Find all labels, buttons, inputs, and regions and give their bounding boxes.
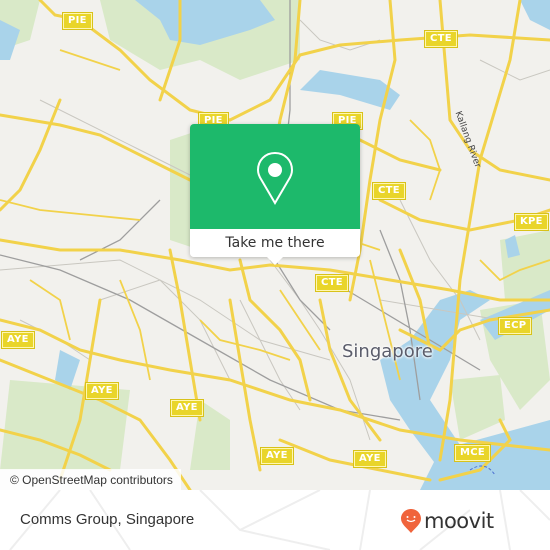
moovit-logo[interactable]: moovit [400,508,494,534]
road-shield-aye: AYE [85,382,119,400]
road-shield-aye: AYE [260,447,294,465]
brand-name: moovit [424,509,494,533]
city-label: Singapore [342,341,433,362]
popup-header [190,124,360,229]
map-view[interactable]: PIE PIE PIE CTE CTE CTE KPE ECP AYE AYE … [0,0,550,490]
moovit-pin-smiley-icon [401,509,421,533]
road-shield-aye: AYE [353,450,387,468]
place-name: Comms Group, Singapore [20,511,195,528]
popup-pointer [266,256,284,265]
road-shield-aye: AYE [170,399,204,417]
map-widget: PIE PIE PIE CTE CTE CTE KPE ECP AYE AYE … [0,0,550,550]
map-pin-icon [256,151,294,205]
road-shield-cte: CTE [315,274,349,292]
take-me-there-button[interactable]: Take me there [190,229,360,257]
road-shield-cte: CTE [372,182,406,200]
take-me-there-label: Take me there [225,235,325,251]
road-shield-cte: CTE [424,30,458,48]
footer: Comms Group, Singapore moovit [0,490,550,550]
map-attribution[interactable]: © OpenStreetMap contributors [0,469,181,490]
location-popup: Take me there [190,124,360,265]
road-shield-aye: AYE [1,331,35,349]
road-shield-mce: MCE [453,444,492,462]
road-shield-kpe: KPE [514,213,549,231]
road-shield-ecp: ECP [497,317,533,335]
road-shield-pie: PIE [62,12,93,30]
